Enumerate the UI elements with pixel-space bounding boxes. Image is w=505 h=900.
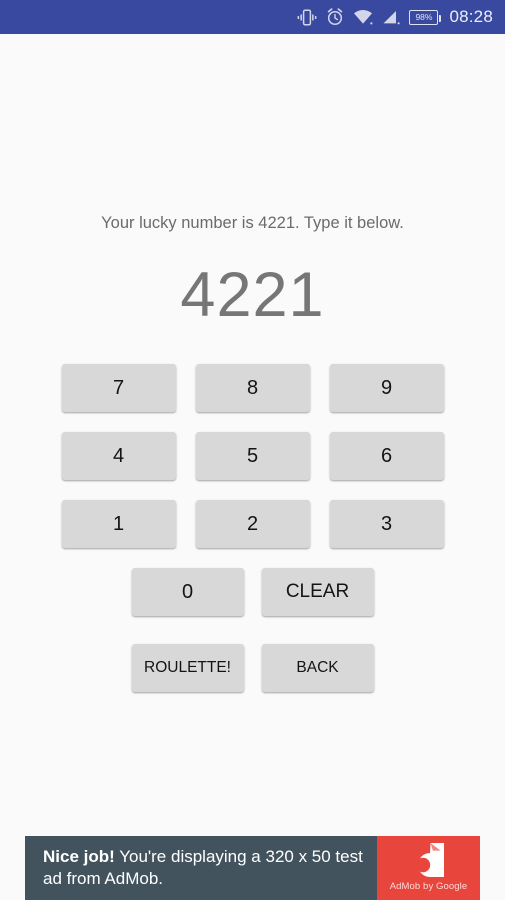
key-7[interactable]: 7: [61, 364, 176, 412]
key-2[interactable]: 2: [195, 500, 310, 548]
main-content: Your lucky number is 4221. Type it below…: [0, 34, 505, 800]
key-8[interactable]: 8: [195, 364, 310, 412]
key-1[interactable]: 1: [61, 500, 176, 548]
ad-logo-panel[interactable]: AdMob by Google: [377, 836, 480, 900]
roulette-button[interactable]: ROULETTE!: [131, 644, 244, 692]
keypad-row-456: 4 5 6: [0, 432, 505, 480]
app-root: 98% 08:28 Your lucky number is 4221. Typ…: [0, 0, 505, 900]
ad-banner[interactable]: Nice job! You're displaying a 320 x 50 t…: [25, 836, 480, 900]
wifi-icon: [354, 9, 373, 25]
ad-headline: Nice job!: [43, 847, 115, 866]
status-bar: 98% 08:28: [0, 0, 505, 34]
battery-percent-label: 98%: [415, 11, 433, 22]
key-9[interactable]: 9: [329, 364, 444, 412]
ad-logo-caption: AdMob by Google: [389, 880, 468, 892]
alarm-icon: [328, 8, 343, 26]
key-3[interactable]: 3: [329, 500, 444, 548]
keypad: 7 8 9 4 5 6 1 2 3 0 CLEAR ROULETTE! BACK: [0, 364, 505, 712]
clear-button[interactable]: CLEAR: [261, 568, 374, 616]
signal-icon: [383, 11, 401, 25]
keypad-row-123: 1 2 3: [0, 500, 505, 548]
vibrate-icon: [298, 9, 317, 25]
status-bar-icons: 98%: [297, 8, 442, 26]
ad-text: Nice job! You're displaying a 320 x 50 t…: [25, 836, 377, 900]
key-6[interactable]: 6: [329, 432, 444, 480]
key-4[interactable]: 4: [61, 432, 176, 480]
prompt-text: Your lucky number is 4221. Type it below…: [101, 214, 404, 232]
key-0[interactable]: 0: [131, 568, 244, 616]
keypad-row-zero-clear: 0 CLEAR: [0, 568, 505, 616]
action-button-row: ROULETTE! BACK: [0, 644, 505, 692]
keypad-row-789: 7 8 9: [0, 364, 505, 412]
admob-logo-icon: [415, 842, 444, 877]
back-button[interactable]: BACK: [261, 644, 374, 692]
entered-number-display: 4221: [180, 260, 325, 330]
status-bar-clock: 08:28: [449, 7, 493, 26]
key-5[interactable]: 5: [195, 432, 310, 480]
battery-icon: 98%: [409, 9, 442, 25]
